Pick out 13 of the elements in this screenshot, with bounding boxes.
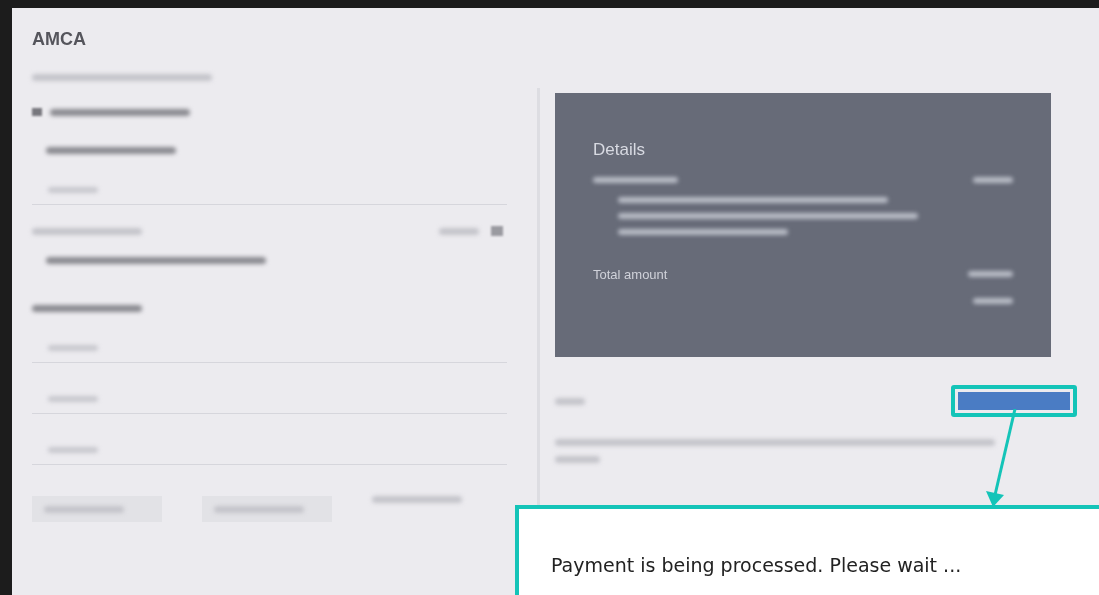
blurred-text bbox=[973, 298, 1013, 304]
blurred-text bbox=[968, 271, 1013, 278]
blurred-text bbox=[555, 397, 585, 405]
dropdown[interactable] bbox=[32, 496, 162, 522]
blurred-text bbox=[973, 176, 1013, 183]
details-title: Details bbox=[593, 139, 646, 161]
callout-message: Payment is being processed. Please wait ... bbox=[551, 553, 963, 578]
dropdown[interactable] bbox=[202, 496, 332, 522]
blurred-text bbox=[555, 456, 600, 463]
pay-button[interactable] bbox=[958, 392, 1070, 410]
blurred-text bbox=[439, 227, 479, 235]
app-title: AMCA bbox=[32, 28, 87, 51]
total-label: Total amount bbox=[593, 265, 668, 284]
